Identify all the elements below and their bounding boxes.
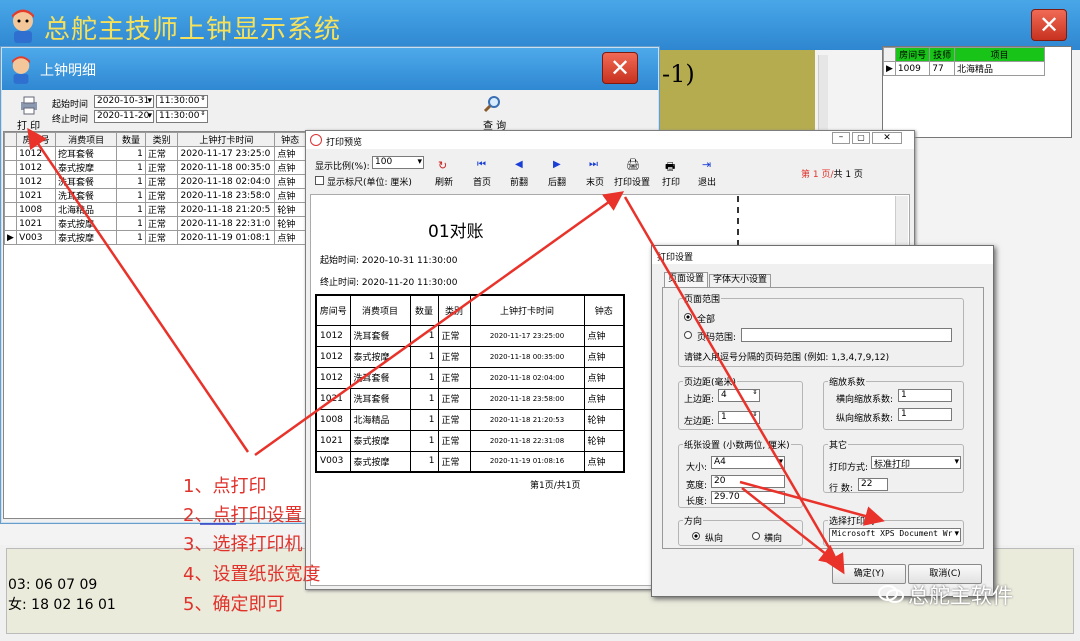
instruction-2: 2、点打印设置 xyxy=(183,505,303,526)
instruction-1: 1、点打印 xyxy=(183,476,267,497)
watermark-text: 总舵主软件 xyxy=(908,584,1013,608)
instruction-5: 5、确定即可 xyxy=(183,594,285,615)
annotation-arrows xyxy=(27,127,885,575)
arrow-to-print xyxy=(27,127,250,453)
instruction-4: 4、设置纸张宽度 xyxy=(183,564,321,585)
arrow-to-ok xyxy=(623,196,845,575)
watermark-icon xyxy=(878,584,904,604)
arrow-to-width xyxy=(741,487,840,566)
arrow-to-print-settings xyxy=(254,191,625,457)
instruction-3: 3、选择打印机 xyxy=(183,534,303,555)
